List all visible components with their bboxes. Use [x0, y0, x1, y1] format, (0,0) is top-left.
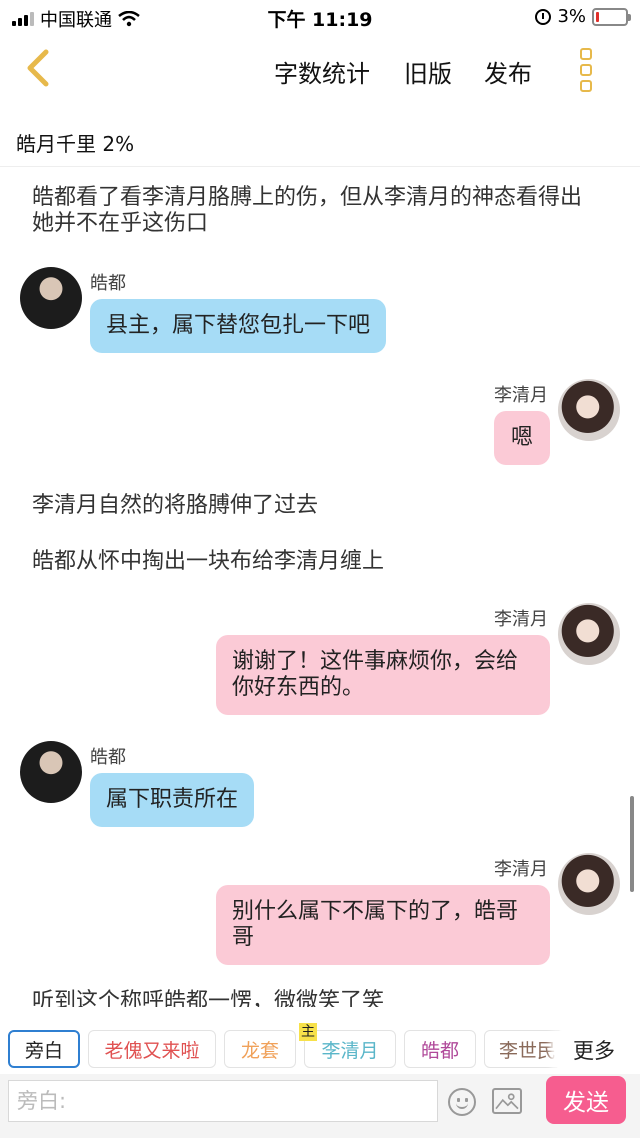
narration-text: 皓都从怀中掏出一块布给李清月缠上 — [32, 549, 385, 574]
avatar-liqingyue[interactable] — [558, 853, 620, 915]
main-role-badge: 主 — [299, 1023, 317, 1041]
speaker-name: 李清月 — [494, 859, 548, 880]
scrollbar[interactable] — [630, 796, 634, 892]
role-chip-haodu[interactable]: 皓都 — [404, 1030, 476, 1068]
image-icon[interactable] — [492, 1088, 522, 1114]
word-count-button[interactable]: 字数统计 — [274, 54, 370, 89]
battery-percent: 3% — [557, 6, 586, 27]
message-bubble[interactable]: 谢谢了！这件事麻烦你，会给你好东西的。 — [216, 635, 550, 715]
narration-text: 听到这个称呼皓都一愣，微微笑了笑 — [32, 989, 385, 1007]
speaker-name: 皓都 — [90, 273, 126, 294]
send-button[interactable]: 发送 — [546, 1076, 626, 1124]
role-label: 龙套 — [240, 1039, 279, 1062]
role-label: 李世民 — [499, 1039, 557, 1062]
role-label: 旁白 — [24, 1039, 63, 1062]
role-chip-narrator[interactable]: 旁白 — [8, 1030, 80, 1068]
status-bar: 中国联通 下午 11:19 3% — [0, 0, 640, 34]
narration-text: 李清月自然的将胳膊伸了过去 — [32, 493, 319, 518]
alarm-icon — [535, 8, 552, 25]
nav-bar: 字数统计 旧版 发布 — [0, 34, 640, 104]
story-title-progress: 皓月千里 2% — [16, 132, 135, 156]
avatar-liqingyue[interactable] — [558, 379, 620, 441]
avatar-haodu[interactable] — [20, 741, 82, 803]
emoji-icon[interactable] — [448, 1088, 476, 1116]
input-bar: 发送 — [0, 1074, 640, 1138]
avatar-haodu[interactable] — [20, 267, 82, 329]
publish-button[interactable]: 发布 — [484, 54, 532, 89]
role-chip-liqingyue[interactable]: 主 李清月 — [299, 1023, 396, 1068]
role-label: 老傀又来啦 — [104, 1039, 200, 1062]
speaker-name: 李清月 — [494, 385, 548, 406]
speaker-name: 皓都 — [90, 747, 126, 768]
message-bubble[interactable]: 属下职责所在 — [90, 773, 255, 827]
message-bubble[interactable]: 嗯 — [494, 411, 550, 465]
battery-icon — [592, 7, 631, 26]
role-label: 李清月 — [321, 1039, 379, 1062]
narration-text: 皓都看了看李清月胳膊上的伤，但从李清月的神态看得出她并不在乎这伤口 — [32, 185, 583, 236]
role-selector: 旁白 老傀又来啦 龙套 主 李清月 皓都 李世民 — [0, 1023, 640, 1074]
message-input[interactable] — [8, 1080, 438, 1122]
status-right: 3% — [535, 6, 631, 27]
speaker-name: 李清月 — [494, 609, 548, 630]
message-bubble[interactable]: 县主，属下替您包扎一下吧 — [90, 299, 387, 353]
message-bubble[interactable]: 别什么属下不属下的了，皓哥哥 — [216, 885, 550, 965]
more-roles-button[interactable]: 更多 — [556, 1030, 632, 1070]
old-version-button[interactable]: 旧版 — [404, 54, 452, 89]
role-chip[interactable]: 龙套 — [224, 1030, 296, 1068]
chat-area[interactable]: 皓都看了看李清月胳膊上的伤，但从李清月的神态看得出她并不在乎这伤口 皓都 县主，… — [0, 167, 640, 1007]
role-label: 皓都 — [420, 1039, 459, 1062]
more-menu-icon[interactable] — [580, 48, 596, 92]
back-chevron-icon[interactable] — [22, 48, 58, 88]
role-chip[interactable]: 老傀又来啦 — [88, 1030, 216, 1068]
avatar-liqingyue[interactable] — [558, 603, 620, 665]
